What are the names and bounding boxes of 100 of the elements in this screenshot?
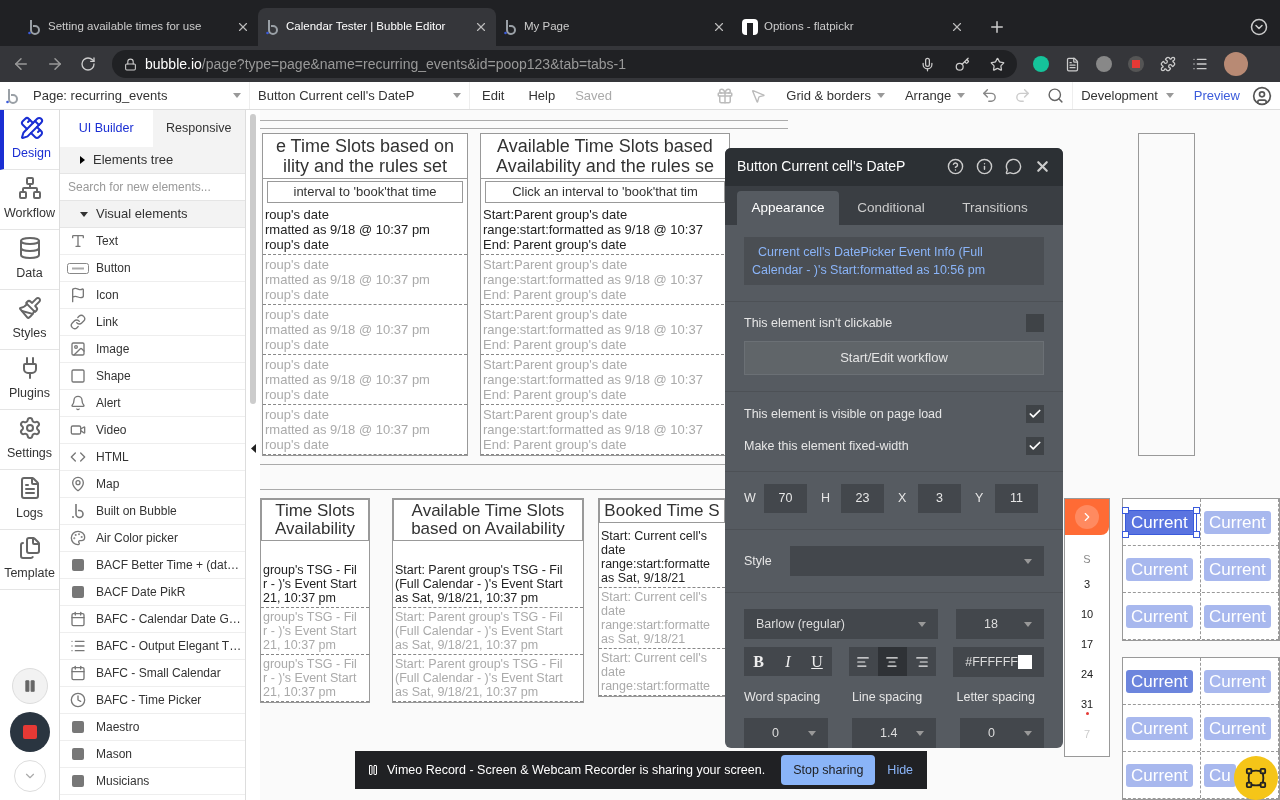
spacing-dropdown[interactable]: 0 [744,718,828,748]
color-field[interactable]: #FFFFFF [953,647,1044,678]
panel-tab[interactable]: Responsive [152,110,245,147]
element-list-item[interactable]: Alert [60,390,245,417]
sidebar-tab[interactable]: Logs [0,470,59,530]
bookmark-star-icon[interactable] [990,56,1005,72]
element-list-item[interactable]: BAFC - Calendar Date G… [60,606,245,633]
element-list-item[interactable]: Air Color picker [60,525,245,552]
element-list-item[interactable]: Text [60,228,245,255]
element-list-item[interactable]: Button [60,255,245,282]
spacing-dropdown[interactable]: 0 [960,718,1044,748]
key-icon[interactable] [955,56,970,72]
elements-tree-toggle[interactable]: Elements tree [60,147,245,174]
sidebar-tab[interactable]: Plugins [0,350,59,410]
search-icon[interactable] [1047,87,1065,104]
element-list-item[interactable]: BAFC - Small Calendar [60,660,245,687]
element-list-item[interactable]: BACF Better Time + (dat… [60,552,245,579]
menu-item[interactable]: Edit [470,85,517,106]
element-list-item[interactable]: Image [60,336,245,363]
element-list-item[interactable]: BAFC - Time Picker [60,687,245,714]
undo-icon[interactable] [981,87,999,104]
profile-avatar[interactable] [1224,52,1248,76]
comment-icon[interactable] [1005,158,1022,176]
close-tab-icon[interactable] [474,20,488,34]
reload-icon[interactable] [80,56,96,72]
element-list-item[interactable]: Built on Bubble [60,498,245,525]
new-tab-icon[interactable] [988,18,1006,36]
extension-icon[interactable] [1096,56,1112,72]
forward-icon[interactable] [46,55,64,73]
record-extension-icon[interactable] [1128,56,1144,72]
text-format-button[interactable]: U [802,647,832,677]
sidebar-tab[interactable]: Workflow [0,170,59,230]
element-list-item[interactable]: Mason [60,741,245,768]
back-icon[interactable] [12,55,30,73]
text-align-button[interactable] [877,647,907,677]
element-dropdown[interactable]: Button Current cell's DateP [250,82,470,109]
media-icon[interactable] [1192,56,1208,72]
element-list-item[interactable]: BAFC - Output Elegant T… [60,633,245,660]
font-size-dropdown[interactable]: 18 [956,609,1044,640]
element-list-item[interactable]: Musicians [60,768,245,795]
arrange-dropdown[interactable]: Arrange [896,85,974,106]
sidebar-tab[interactable]: Settings [0,410,59,470]
spacing-dropdown[interactable]: 1.4 [852,718,936,748]
extension-icon[interactable] [1065,56,1080,72]
pause-button[interactable] [11,668,48,704]
dimension-field[interactable]: 3 [918,484,961,514]
page-dropdown[interactable]: Page: recurring_events [25,82,250,109]
browser-tab[interactable]: Setting available times for use [20,8,258,46]
collapse-panel-icon[interactable] [250,444,256,453]
account-icon[interactable] [1252,85,1272,106]
element-list-item[interactable]: BACF Date PikR [60,579,245,606]
extensions-icon[interactable] [1160,56,1176,72]
element-list-item[interactable]: Shape [60,363,245,390]
text-format-button[interactable]: B [744,647,774,677]
workflow-button[interactable]: Start/Edit workflow [744,340,1044,375]
element-list-item[interactable]: HTML [60,444,245,471]
visual-elements-toggle[interactable]: Visual elements [60,201,245,228]
font-dropdown[interactable]: Barlow (regular) [744,609,938,640]
extension-icon[interactable] [1033,56,1049,72]
element-list-item[interactable]: Maestro [60,714,245,741]
sidebar-tab[interactable]: Template [0,530,59,590]
sidebar-tab[interactable]: Data [0,230,59,290]
help-icon[interactable] [947,158,964,176]
grid-borders-dropdown[interactable]: Grid & borders [774,85,897,106]
tab-search-icon[interactable] [1250,18,1268,36]
address-bar[interactable]: bubble.io/page?type=page&name=recurring_events&id=poop123&tab=tabs-1 [112,50,1017,78]
text-format-button[interactable]: I [773,647,803,677]
dimension-field[interactable]: 70 [764,484,807,514]
element-list-item[interactable]: Map [60,471,245,498]
hide-link[interactable]: Hide [887,760,914,780]
close-tab-icon[interactable] [950,20,964,34]
sidebar-tab[interactable]: Styles [0,290,59,350]
panel-tab[interactable]: Conditional [839,191,943,225]
pause-icon[interactable] [367,764,379,776]
preview-link[interactable]: Preview [1181,85,1252,106]
browser-tab[interactable]: Options - flatpickr [734,8,972,46]
browser-tab[interactable]: My Page [496,8,734,46]
menu-item[interactable]: Help [516,85,568,106]
dimension-field[interactable]: 11 [995,484,1038,514]
record-button[interactable] [9,712,50,752]
checkbox[interactable] [1026,436,1044,455]
dimension-field[interactable]: 23 [841,484,884,514]
close-tab-icon[interactable] [236,20,250,34]
browser-tab[interactable]: Calendar Tester | Bubble Editor [258,8,496,46]
environment-dropdown[interactable]: Development [1072,82,1182,109]
checkbox[interactable] [1026,314,1044,333]
flag-icon [70,287,86,303]
element-list-item[interactable]: Icon [60,282,245,309]
element-list-item[interactable]: Link [60,309,245,336]
panel-tab[interactable]: Transitions [943,191,1047,225]
close-tab-icon[interactable] [712,20,726,34]
time-slot-button[interactable]: Current [1126,510,1193,534]
panel-tab[interactable]: Appearance [737,191,839,225]
search-field[interactable]: Search for new elements... [60,174,245,201]
text-align-icon [914,654,929,669]
microphone-icon[interactable] [920,56,935,72]
info-icon[interactable] [976,158,993,176]
checkbox[interactable] [1026,405,1044,424]
element-list-item[interactable]: Video [60,417,245,444]
stop-sharing-button[interactable]: Stop sharing [781,755,876,785]
